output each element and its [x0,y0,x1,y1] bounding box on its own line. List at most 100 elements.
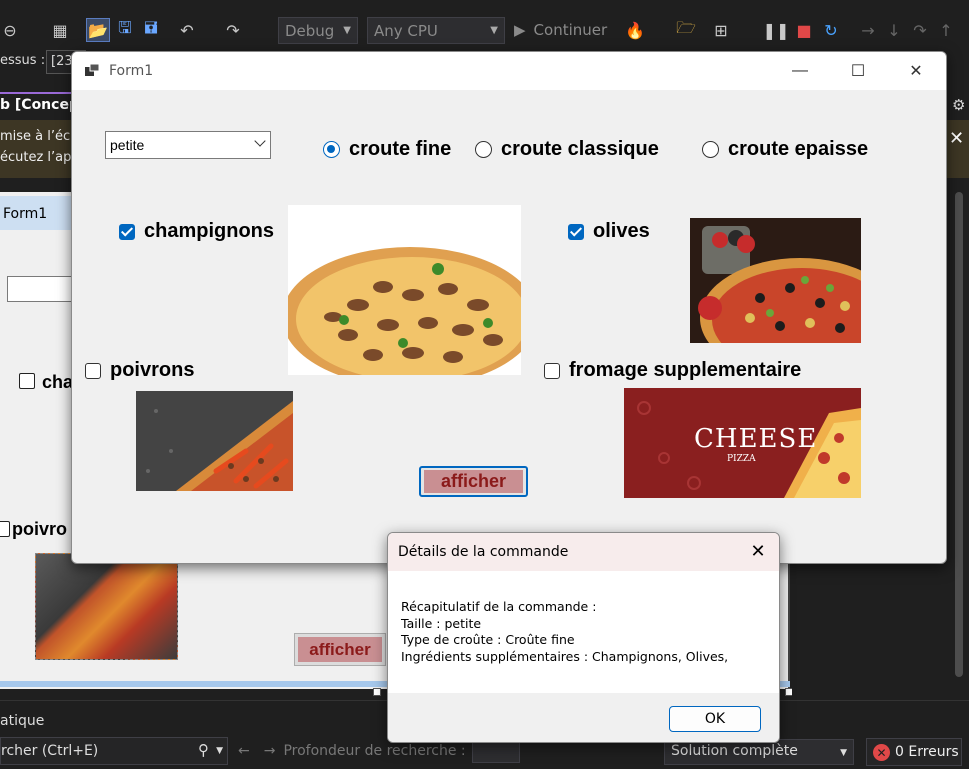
message-line: Type de croûte : Croûte fine [401,632,575,647]
cheese-image-text: CHEESE [694,424,818,454]
designer-combo[interactable] [7,276,73,302]
stop-icon[interactable]: ■ [794,18,814,42]
step-into-icon[interactable]: ↓ [884,18,904,42]
search-icon[interactable]: ⚲ [198,741,209,759]
layout-icon[interactable]: ⊞ [710,18,732,42]
designer-checkbox[interactable] [19,373,35,389]
undo-icon[interactable]: ↶ [176,18,198,42]
radio-croute-fine[interactable]: croute fine [323,138,451,161]
dialog-footer: OK [388,693,779,742]
minimize-button[interactable]: — [777,57,823,85]
restart-icon[interactable]: ↻ [820,18,842,42]
radio-croute-classique[interactable]: croute classique [475,138,659,161]
chevron-down-icon [254,135,266,147]
info-bar-close-icon[interactable]: ✕ [946,120,969,178]
info-bar: mise à l’éc écutez l’ap [0,120,80,178]
back-arrow-icon[interactable]: ← [238,743,250,759]
chevron-down-icon[interactable]: ▼ [216,746,223,756]
gear-icon[interactable]: ⚙ [952,96,965,114]
continue-label: Continuer [533,21,608,39]
minimize-icon: — [792,62,808,79]
search-depth: ← → Profondeur de recherche : [238,743,466,759]
checkbox-olives[interactable]: olives [568,220,650,243]
process-label: essus : [0,53,46,68]
ide-toolbar: ⊖ ▦ 📂 🖫 🖬 ↶ ↷ Debug ▼ Any CPU ▼ ▶ Continuer… [0,0,969,46]
dialog-message: Récapitulatif de la commande : Taille : … [401,599,728,665]
dialog-titlebar[interactable]: Détails de la commande ✕ [388,533,779,571]
order-details-dialog: Détails de la commande ✕ Récapitulatif d… [387,532,780,743]
poivrons-image [136,391,293,491]
form-app-icon [85,64,99,76]
checkbox-indicator [544,362,560,379]
size-combo[interactable]: petite [105,131,271,159]
ok-button[interactable]: OK [669,706,761,732]
errors-filter-button[interactable]: ✕ 0 Erreurs [866,738,962,766]
checkbox-label: fromage supplementaire [569,359,802,381]
platform-value: Any CPU [374,21,438,40]
checkbox-label: olives [593,220,650,242]
checkbox-indicator [568,223,584,240]
vertical-scrollbar[interactable] [950,192,967,700]
errors-label: 0 Erreurs [895,744,959,760]
step-out-icon[interactable]: ↑ [936,18,956,42]
designer-form-title: Form1 [0,196,72,230]
depth-label: Profondeur de recherche : [283,743,466,759]
message-line: Récapitulatif de la commande : [401,599,597,614]
redo-icon[interactable]: ↷ [222,18,244,42]
configuration-combo[interactable]: Debug ▼ [278,17,358,44]
hot-reload-icon[interactable]: 🔥 [624,18,646,42]
radio-indicator [323,141,340,158]
search-input[interactable]: rcher (Ctrl+E) ⚲ ▼ [0,737,228,765]
forward-arrow-icon[interactable]: → [264,743,276,759]
cheese-image-subtext: PIZZA [727,454,756,464]
designer-afficher-button[interactable]: afficher [294,633,386,666]
checkbox-fromage[interactable]: fromage supplementaire [544,359,801,382]
close-button[interactable]: ✕ [747,540,769,562]
radio-indicator [702,141,719,158]
scrollbar-thumb[interactable] [955,192,963,677]
checkbox-poivrons[interactable]: poivrons [85,359,194,382]
radio-label: croute classique [501,138,659,160]
platform-combo[interactable]: Any CPU ▼ [367,17,505,44]
continue-button[interactable]: ▶ Continuer [514,18,614,42]
chevron-down-icon: ▼ [343,25,351,36]
afficher-button[interactable]: afficher [419,466,528,497]
afficher-label: afficher [424,470,523,493]
pause-icon[interactable]: ❚❚ [763,18,790,42]
checkbox-label: poivrons [110,359,195,381]
bottom-panel-label: atique [0,713,45,729]
maximize-icon: ☐ [850,63,866,80]
resize-handle[interactable] [373,688,381,696]
step-over-icon[interactable]: ↷ [910,18,930,42]
close-button[interactable]: ✕ [893,57,939,85]
radio-indicator [475,141,492,158]
search-placeholder: rcher (Ctrl+E) [1,743,99,759]
dialog-title: Détails de la commande [398,544,569,560]
form1-window: Form1 — ☐ ✕ petite croute fine croute cl… [71,51,947,564]
forward-icon[interactable]: ⊖ [0,18,20,42]
checkbox-champignons[interactable]: champignons [119,220,274,243]
error-icon: ✕ [873,744,890,761]
form1-title: Form1 [109,63,154,79]
save-all-icon[interactable]: 🖬 [140,18,162,42]
open-folder-icon[interactable]: 📂 [86,18,110,42]
new-project-icon[interactable]: ▦ [48,18,72,42]
designer-checkbox-label: poivro [12,519,68,539]
maximize-button[interactable]: ☐ [835,57,881,85]
play-icon: ▶ [514,21,526,39]
designer-checkbox[interactable] [0,521,10,537]
checkbox-label: champignons [144,220,275,242]
folder-search-icon[interactable]: 🗁 [675,18,697,42]
message-line: Taille : petite [401,615,482,631]
radio-label: croute epaisse [728,138,869,160]
checkbox-indicator [119,223,135,240]
designer-pizza-image[interactable] [35,553,178,660]
step-icon[interactable]: → [858,18,878,42]
info-line-2: écutez l’ap [0,150,72,165]
designer-tab[interactable]: b [Concept [0,92,86,118]
save-icon[interactable]: 🖫 [114,18,136,42]
checkbox-indicator [85,362,101,379]
chevron-down-icon: ▼ [840,748,847,758]
radio-croute-epaisse[interactable]: croute epaisse [702,138,868,161]
form1-titlebar[interactable]: Form1 — ☐ ✕ [72,52,946,90]
